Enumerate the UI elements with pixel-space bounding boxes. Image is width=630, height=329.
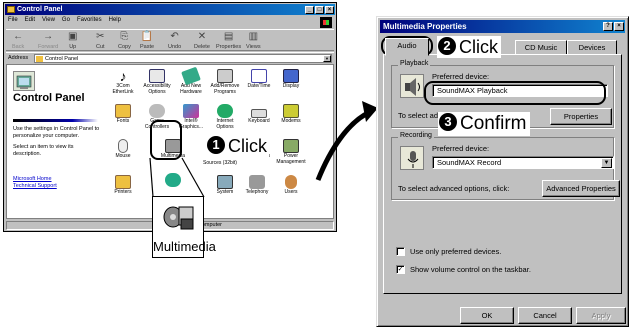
tab-cd-music[interactable]: CD Music — [515, 40, 567, 55]
tab-audio[interactable]: Audio — [385, 38, 429, 56]
playback-device-highlight — [424, 81, 606, 105]
only-preferred-checkbox[interactable] — [396, 247, 405, 256]
multimedia-zoom-callout: Multimedia — [152, 196, 216, 258]
tab-strip: Audio CD Music Devices — [383, 38, 622, 56]
chevron-down-icon[interactable]: ▼ — [601, 158, 612, 168]
step3-callout: 3 Confirm — [438, 112, 530, 136]
help-button[interactable]: ? — [603, 22, 613, 31]
multimedia-zoom-label: Multimedia — [153, 239, 216, 254]
step-number-1: 1 — [207, 136, 225, 154]
apply-button[interactable]: Apply — [576, 307, 626, 324]
recording-advanced-text: To select advanced options, click: — [398, 184, 510, 193]
playback-properties-button[interactable]: Properties — [550, 108, 612, 125]
step-number-3: 3 — [439, 113, 457, 131]
step1-callout: 1 Click — [205, 134, 269, 158]
step2-callout: 2 Click — [437, 36, 501, 58]
speaker-icon — [400, 74, 424, 98]
playback-device-label: Preferred device: — [432, 72, 490, 81]
recording-legend: Recording — [398, 132, 434, 139]
only-preferred-label: Use only preferred devices. — [410, 247, 502, 256]
tab-devices[interactable]: Devices — [567, 40, 617, 55]
recording-group: Recording Preferred device: SoundMAX Rec… — [391, 132, 620, 200]
microphone-icon — [400, 146, 424, 170]
cancel-button[interactable]: Cancel — [518, 307, 572, 324]
dialog-close-button[interactable]: × — [614, 22, 624, 31]
recording-device-label: Preferred device: — [432, 144, 490, 153]
multimedia-properties-dialog: Multimedia Properties ? × Audio CD Music… — [376, 16, 629, 327]
dialog-title: Multimedia Properties — [383, 22, 467, 31]
show-volume-checkbox[interactable]: ✓ — [396, 265, 405, 274]
recording-device-select[interactable]: SoundMAX Record ▼ — [432, 156, 614, 169]
ok-button[interactable]: OK — [460, 307, 514, 324]
dialog-titlebar: Multimedia Properties ? × — [380, 20, 625, 33]
playback-legend: Playback — [398, 60, 431, 67]
step-number-2: 2 — [438, 37, 456, 55]
recording-advanced-properties-button[interactable]: Advanced Properties — [542, 180, 620, 197]
show-volume-label: Show volume control on the taskbar. — [410, 265, 531, 274]
multimedia-large-icon — [163, 206, 194, 230]
